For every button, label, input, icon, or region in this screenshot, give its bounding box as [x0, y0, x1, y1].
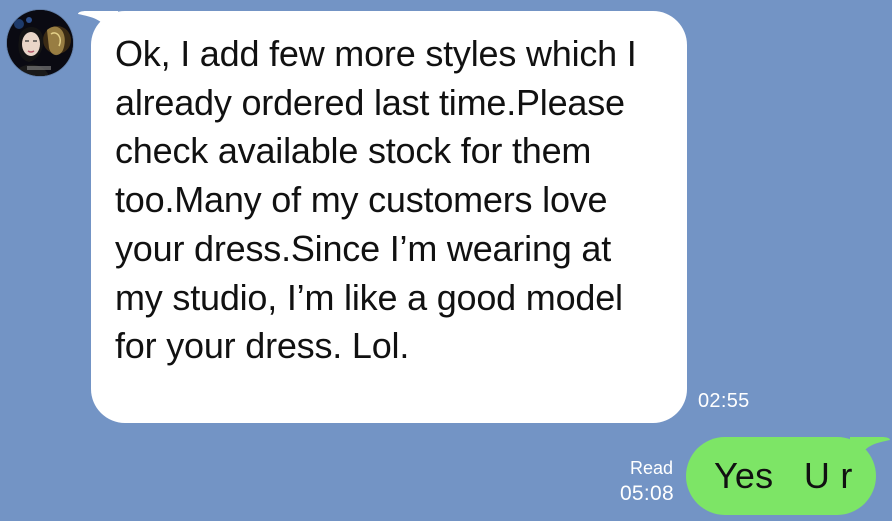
outgoing-message-bubble[interactable]: Yes U r [686, 437, 876, 515]
avatar-image-icon [7, 10, 73, 76]
incoming-message-bubble[interactable]: Ok, I add few more styles which I alread… [91, 11, 687, 423]
outgoing-message-time: 05:08 [619, 482, 674, 505]
contact-avatar[interactable] [7, 10, 73, 76]
chat-area: Ok, I add few more styles which I alread… [0, 0, 892, 521]
incoming-message-time: 02:55 [698, 390, 750, 412]
outgoing-message-text: Yes U r [714, 455, 853, 496]
read-receipt: Read [629, 458, 673, 478]
incoming-message-text: Ok, I add few more styles which I alread… [115, 33, 637, 367]
